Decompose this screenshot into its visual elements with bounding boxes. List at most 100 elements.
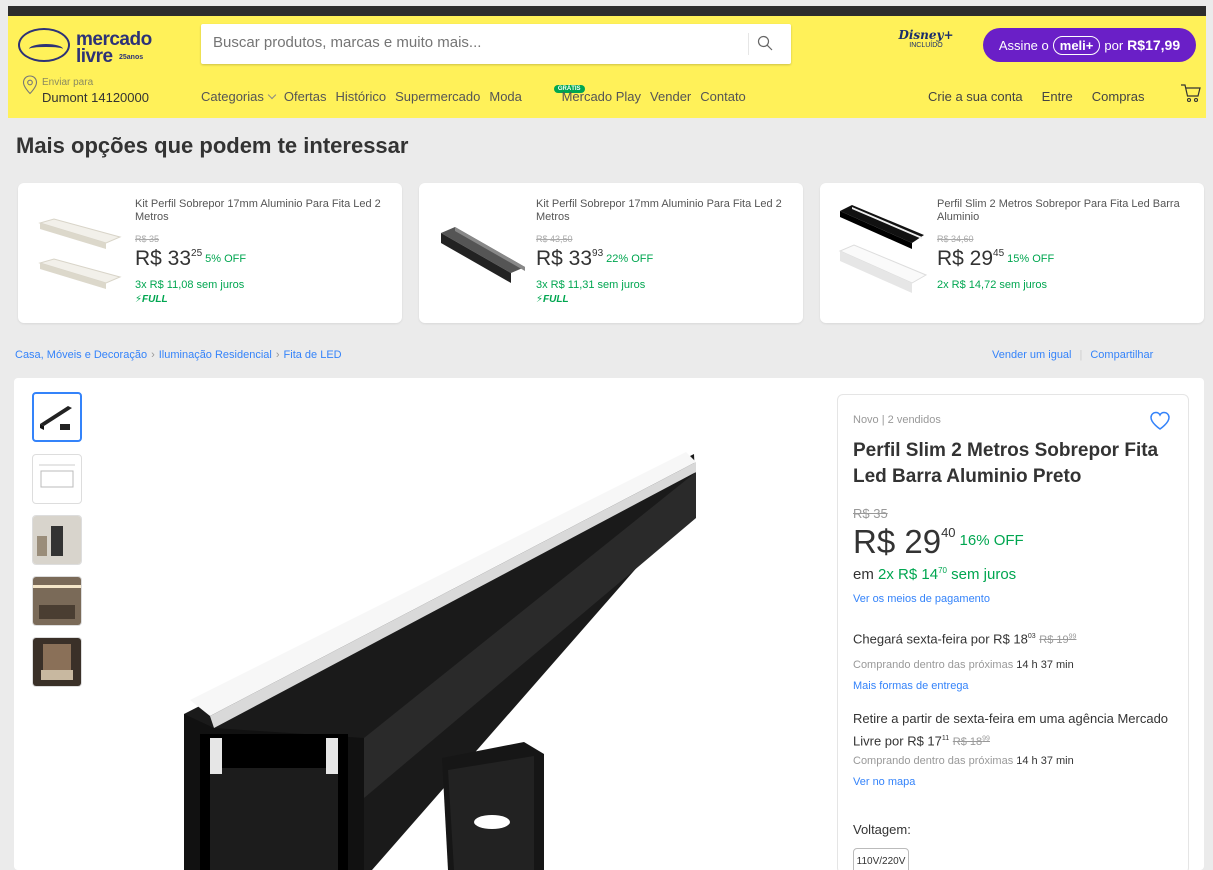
voltage-label: Voltagem: xyxy=(853,822,911,837)
pickup-old-cents: 99 xyxy=(982,735,990,743)
pickup-old-amount: R$ 18 xyxy=(952,736,983,749)
meli-plus-subscribe-button[interactable]: Assine o meli+ por R$17,99 xyxy=(983,28,1196,62)
create-account-link[interactable]: Crie a sua conta xyxy=(928,89,1023,104)
pickup-deadline-time: 14 h 37 min xyxy=(1016,755,1074,767)
recommendation-card[interactable]: Perfil Slim 2 Metros Sobrepor Para Fita … xyxy=(820,183,1204,323)
nav-vender[interactable]: Vender xyxy=(650,89,691,104)
profile-thumbnail-image xyxy=(40,406,72,430)
gallery-thumbnail[interactable] xyxy=(32,454,82,504)
breadcrumb-item[interactable]: Fita de LED xyxy=(284,349,342,361)
nav-supermercado[interactable]: Supermercado xyxy=(395,89,480,104)
share-link[interactable]: Compartilhar xyxy=(1090,349,1153,361)
recommendation-card[interactable]: Kit Perfil Sobrepor 17mm Aluminio Para F… xyxy=(419,183,803,323)
recommendation-card[interactable]: Kit Perfil Sobrepor 17mm Aluminio Para F… xyxy=(18,183,402,323)
recommendation-installments: 2x R$ 14,72 sem juros xyxy=(937,279,1048,291)
price-cents: 25 xyxy=(191,248,203,259)
discount-badge: 16% OFF xyxy=(959,532,1024,549)
shipping-cents: 03 xyxy=(1027,633,1036,640)
full-shipping-badge: ⚡FULL xyxy=(536,294,569,305)
breadcrumb-separator: › xyxy=(275,349,280,361)
recommendation-old-price: R$ 34,60 xyxy=(937,234,974,244)
gallery-thumbnail[interactable] xyxy=(32,515,82,565)
pickup-deadline-label: Comprando dentro das próximas xyxy=(853,755,1014,767)
price-integer: R$ 29 xyxy=(937,247,994,270)
price-cents: 40 xyxy=(941,525,956,540)
disney-plus-promo[interactable]: Disney+ INCLUÍDO xyxy=(896,28,956,64)
recommendations-title: Mais opções que podem te interessar xyxy=(16,133,409,158)
payment-methods-link[interactable]: Ver os meios de pagamento xyxy=(853,593,990,605)
discount-badge: 22% OFF xyxy=(606,253,654,265)
shipping-location[interactable]: Enviar para Dumont 14120000 xyxy=(22,73,192,107)
breadcrumb-item[interactable]: Iluminação Residencial xyxy=(159,349,272,361)
meli-plus-prefix: Assine o xyxy=(998,37,1049,53)
shipping-deadline-time: 14 h 37 min xyxy=(1016,659,1074,671)
gallery-thumbnail[interactable] xyxy=(32,392,82,442)
recommendation-title: Kit Perfil Sobrepor 17mm Aluminio Para F… xyxy=(536,198,782,223)
main-nav: Categorias Ofertas Histórico Supermercad… xyxy=(201,85,746,104)
nav-contato[interactable]: Contato xyxy=(700,89,746,104)
price-integer: R$ 33 xyxy=(135,247,192,270)
gallery-thumbnail[interactable] xyxy=(32,576,82,626)
nav-categorias-label: Categorias xyxy=(201,89,264,104)
breadcrumb: Casa, Móveis e Decoração › Iluminação Resi… xyxy=(15,349,342,361)
current-price: R$ 2940 16% OFF xyxy=(853,523,1024,561)
mercado-livre-logo[interactable]: mercado livre 25anos xyxy=(18,26,168,68)
nav-moda[interactable]: Moda xyxy=(489,89,522,104)
bedroom-thumbnail-image xyxy=(33,638,81,686)
gallery-thumbnail[interactable] xyxy=(32,637,82,687)
nav-mercado-play[interactable]: GRÁTISMercado Play xyxy=(531,85,641,104)
view-map-link[interactable]: Ver no mapa xyxy=(853,776,915,788)
more-delivery-options-link[interactable]: Mais formas de entrega xyxy=(853,680,969,692)
search-bar xyxy=(201,24,791,64)
logo-text-line2: livre xyxy=(76,46,113,67)
meli-plus-price: R$17,99 xyxy=(1127,37,1181,53)
recommendation-installments: 3x R$ 11,31 sem juros xyxy=(536,279,646,291)
product-main-image[interactable] xyxy=(174,438,714,870)
sell-similar-link[interactable]: Vender um igual xyxy=(992,349,1072,361)
price-cents: 93 xyxy=(592,248,604,259)
handshake-icon xyxy=(18,28,70,62)
product-panel: Novo | 2 vendidos Perfil Slim 2 Metros S… xyxy=(14,378,1204,870)
chevron-down-icon xyxy=(267,90,277,100)
dimensions-thumbnail-image xyxy=(39,464,75,488)
installments-amount: 2x R$ 14 xyxy=(878,566,939,583)
heart-icon[interactable] xyxy=(1149,411,1171,431)
location-pin-icon xyxy=(22,75,38,95)
installments-value: 2x R$ 1470 sem juros xyxy=(878,566,1016,583)
product-thumbnail xyxy=(441,227,525,283)
living-room-thumbnail-image xyxy=(33,577,81,625)
search-input[interactable] xyxy=(213,34,733,51)
recommendation-old-price: R$ 35 xyxy=(135,234,160,244)
meli-plus-logo: meli+ xyxy=(1052,35,1101,55)
full-label: FULL xyxy=(142,294,168,305)
breadcrumb-item[interactable]: Casa, Móveis e Decoração xyxy=(15,349,147,361)
login-link[interactable]: Entre xyxy=(1042,89,1073,104)
location-value: Dumont 14120000 xyxy=(42,90,149,105)
nav-ofertas[interactable]: Ofertas xyxy=(284,89,327,104)
product-thumbnail xyxy=(38,218,122,289)
top-dark-bar xyxy=(8,6,1206,16)
shipping-old-cents: 99 xyxy=(1068,633,1077,641)
logo-anniversary-badge: 25anos xyxy=(119,54,144,61)
room-thumbnail-image xyxy=(33,516,81,564)
nav-historico[interactable]: Histórico xyxy=(336,89,387,104)
recommendation-price: R$ 2945 15% OFF xyxy=(937,247,1054,271)
recommendation-old-price: R$ 43,50 xyxy=(536,234,573,244)
cart-icon[interactable] xyxy=(1180,82,1202,104)
pickup-text: Retire a partir de sexta-feira em uma ag… xyxy=(853,711,1169,749)
recommendation-price: R$ 3393 22% OFF xyxy=(536,247,653,271)
breadcrumb-separator: › xyxy=(151,349,155,361)
user-nav: Crie a sua conta Entre Compras xyxy=(928,89,1145,104)
recommendation-title: Kit Perfil Sobrepor 17mm Aluminio Para F… xyxy=(135,198,381,223)
nav-categorias[interactable]: Categorias xyxy=(201,89,277,104)
pickup-estimate: Retire a partir de sexta-feira em uma ag… xyxy=(853,709,1183,752)
meli-plus-por: por xyxy=(1104,37,1124,53)
disney-plus-logo: Disney+ xyxy=(898,28,954,42)
installments: em 2x R$ 1470 sem juros xyxy=(853,566,1016,583)
voltage-option[interactable]: 110V/220V xyxy=(853,848,909,870)
shipping-old-price: R$ 1999 xyxy=(1039,633,1077,647)
purchases-link[interactable]: Compras xyxy=(1092,89,1145,104)
pickup-old-price: R$ 1899 xyxy=(952,735,990,749)
search-icon[interactable] xyxy=(757,35,773,51)
site-header: mercado livre 25anos Disney+ INCLUÍDO As… xyxy=(8,16,1206,118)
